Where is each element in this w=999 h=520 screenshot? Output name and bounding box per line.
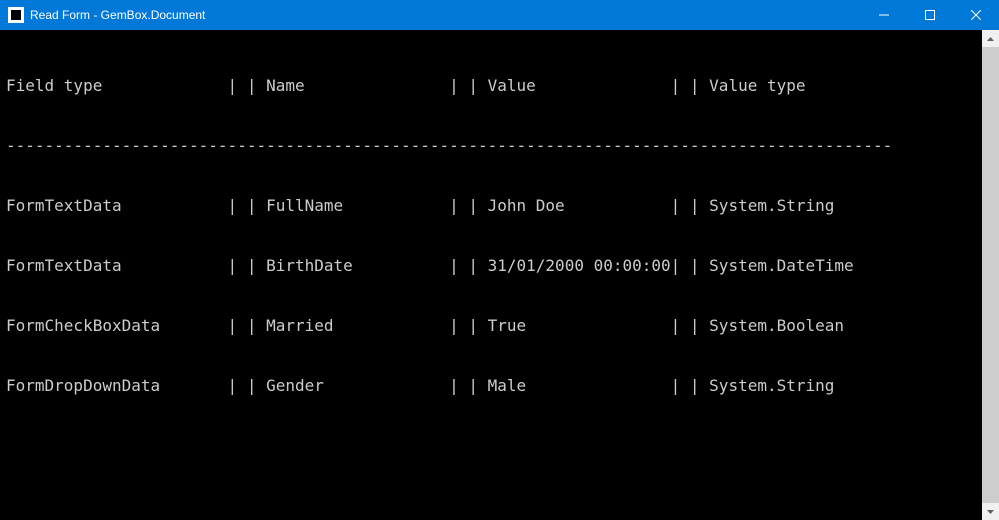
divider-row: ----------------------------------------…	[6, 136, 976, 156]
cell-value: | True	[449, 316, 671, 336]
header-value-type: | Value type	[671, 76, 806, 96]
scroll-down-button[interactable]	[982, 503, 999, 520]
cell-value-type: | System.String	[671, 196, 835, 216]
cell-value-type: | System.Boolean	[671, 316, 844, 336]
table-row: FormTextData| BirthDate| 31/01/2000 00:0…	[6, 256, 976, 276]
titlebar[interactable]: Read Form - GemBox.Document	[0, 0, 999, 30]
maximize-button[interactable]	[907, 0, 953, 30]
table-row: FormCheckBoxData| Married| True| System.…	[6, 316, 976, 336]
cell-name: | Married	[228, 316, 450, 336]
cell-value-type: | System.String	[671, 376, 835, 396]
scroll-up-button[interactable]	[982, 30, 999, 47]
maximize-icon	[925, 10, 935, 20]
cell-name: | FullName	[228, 196, 450, 216]
app-icon	[8, 7, 24, 23]
scrollbar-thumb[interactable]	[982, 47, 999, 503]
cell-field-type: FormTextData	[6, 196, 228, 216]
minimize-button[interactable]	[861, 0, 907, 30]
header-row: Field type| Name| Value| Value type	[6, 76, 976, 96]
close-icon	[971, 10, 981, 20]
cell-field-type: FormTextData	[6, 256, 228, 276]
cell-name: | BirthDate	[228, 256, 450, 276]
cell-value: | Male	[449, 376, 671, 396]
cell-value: | 31/01/2000 00:00:00	[449, 256, 671, 276]
header-field-type: Field type	[6, 76, 228, 96]
close-button[interactable]	[953, 0, 999, 30]
console-window: Read Form - GemBox.Document Field type| …	[0, 0, 999, 520]
titlebar-controls	[861, 0, 999, 30]
scrollbar-track[interactable]	[982, 47, 999, 503]
console-output: Field type| Name| Value| Value type ----…	[0, 30, 982, 520]
cell-value-type: | System.DateTime	[671, 256, 854, 276]
header-value: | Value	[449, 76, 671, 96]
client-area: Field type| Name| Value| Value type ----…	[0, 30, 999, 520]
vertical-scrollbar[interactable]	[982, 30, 999, 520]
table-row: FormDropDownData| Gender| Male| System.S…	[6, 376, 976, 396]
chevron-up-icon	[987, 37, 994, 41]
table-row: FormTextData| FullName| John Doe| System…	[6, 196, 976, 216]
header-name: | Name	[228, 76, 450, 96]
chevron-down-icon	[987, 510, 994, 514]
cell-name: | Gender	[228, 376, 450, 396]
cell-field-type: FormDropDownData	[6, 376, 228, 396]
window-title: Read Form - GemBox.Document	[30, 8, 205, 22]
cell-field-type: FormCheckBoxData	[6, 316, 228, 336]
cell-value: | John Doe	[449, 196, 671, 216]
minimize-icon	[879, 10, 889, 20]
